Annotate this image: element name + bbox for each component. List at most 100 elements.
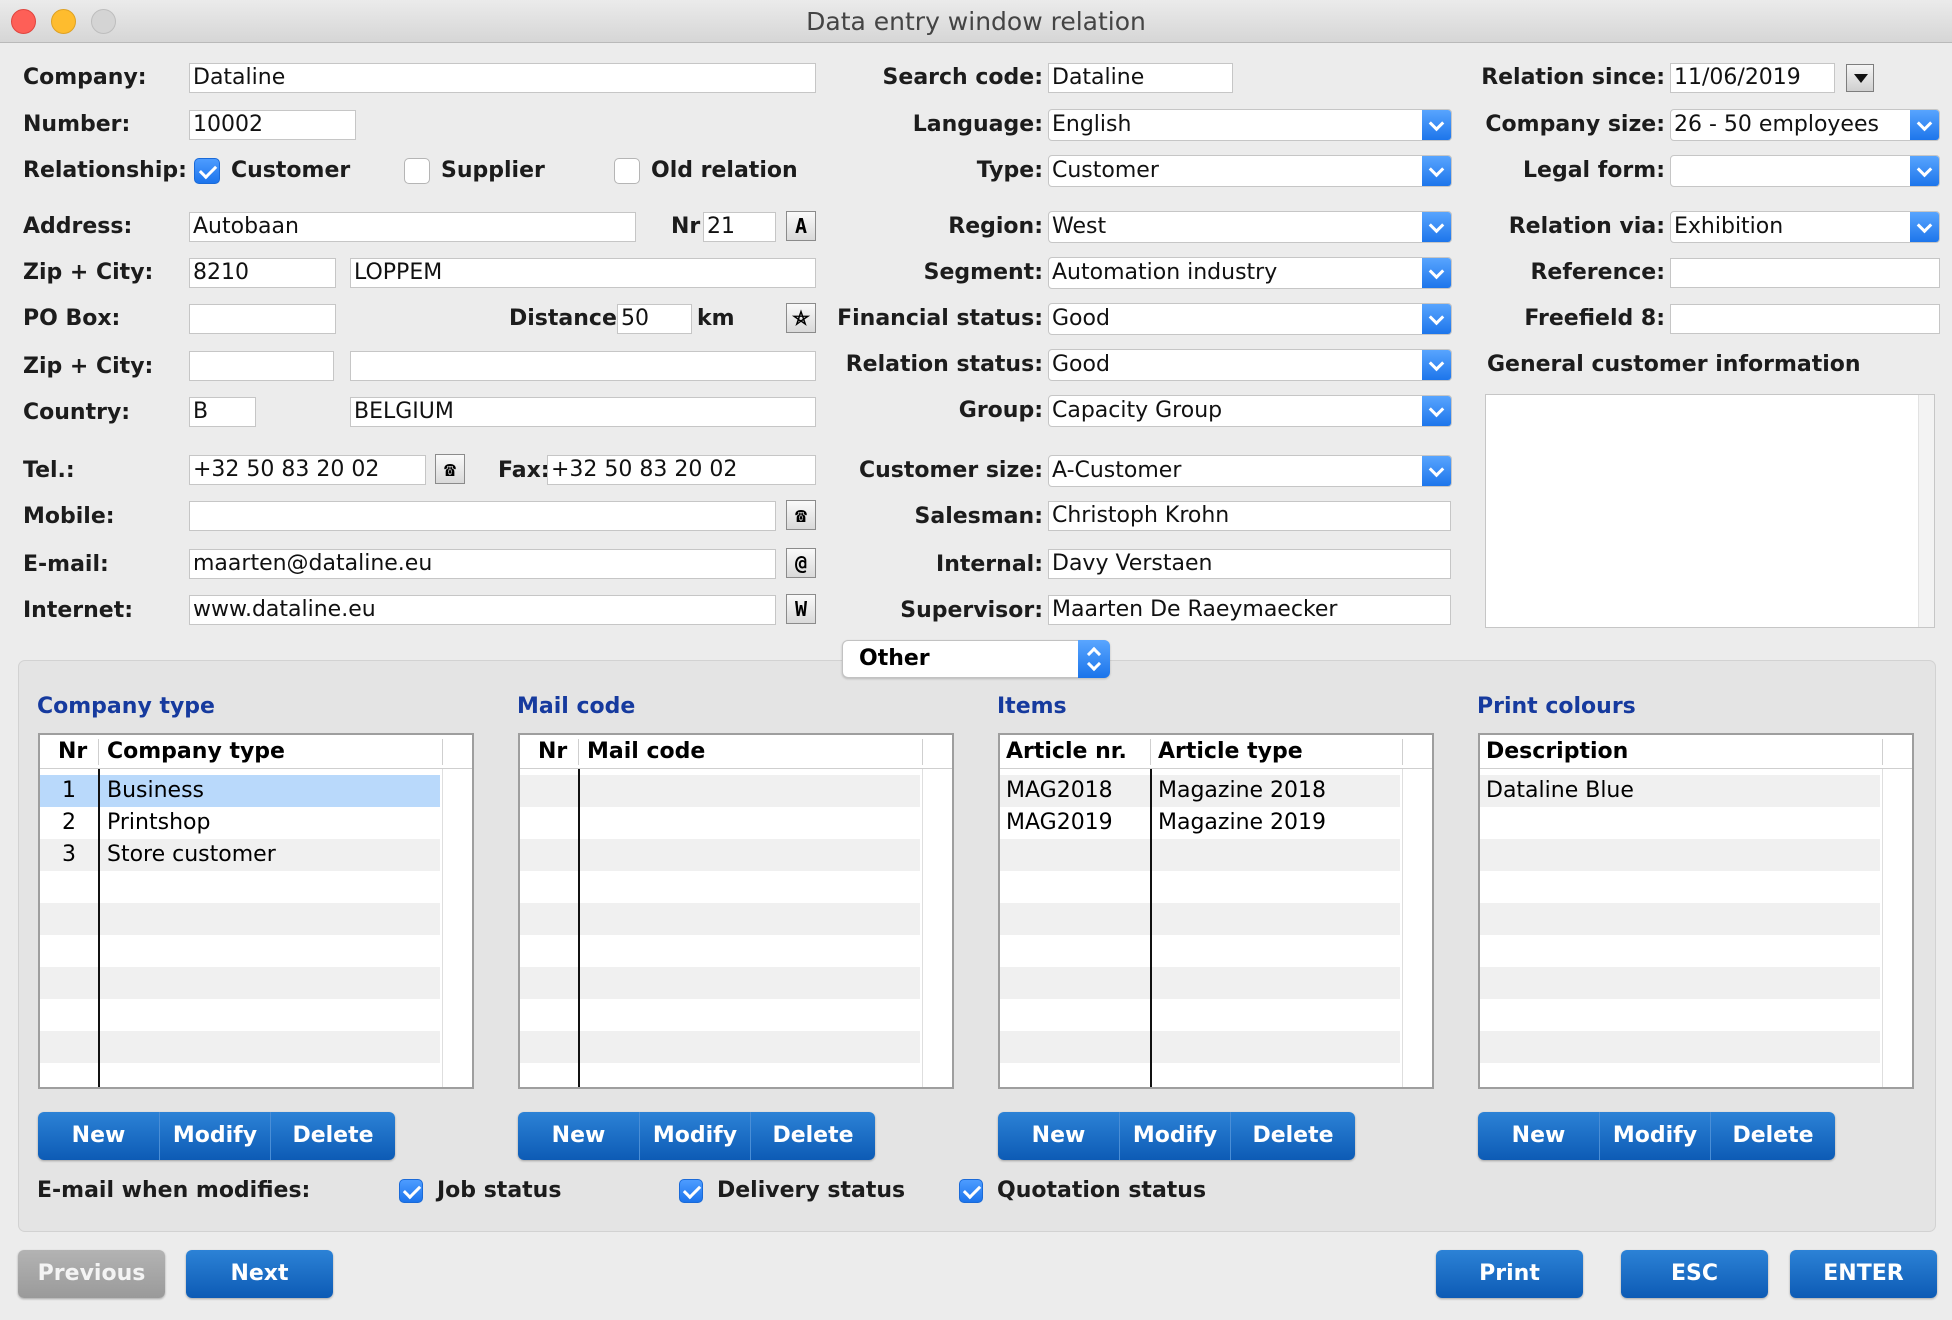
print-colours-new-button[interactable]: New — [1478, 1112, 1599, 1160]
print-button[interactable]: Print — [1436, 1250, 1583, 1298]
address-field[interactable]: Autobaan — [189, 212, 636, 242]
internet-field[interactable]: www.dataline.eu — [189, 595, 776, 625]
general-info-textarea[interactable] — [1485, 394, 1935, 628]
company-type-button-group: New Modify Delete — [38, 1112, 395, 1160]
chevron-down-icon[interactable] — [1422, 456, 1451, 486]
chevron-down-icon[interactable] — [1422, 396, 1451, 426]
table-row[interactable]: Dataline Blue — [1480, 775, 1880, 807]
chevron-down-icon[interactable] — [1910, 156, 1939, 186]
table-row[interactable]: 3 Store customer — [40, 839, 440, 871]
items-table[interactable]: Article nr. Article type MAG2018 Magazine… — [998, 733, 1434, 1089]
date-picker-icon[interactable] — [1846, 64, 1874, 92]
reference-field[interactable] — [1670, 258, 1940, 288]
number-field[interactable]: 10002 — [189, 110, 356, 140]
relation-since-label: Relation since: — [1481, 65, 1665, 90]
relation-via-select[interactable]: Exhibition — [1670, 211, 1940, 243]
group-select[interactable]: Capacity Group — [1048, 395, 1452, 427]
print-colours-modify-button[interactable]: Modify — [1600, 1112, 1710, 1160]
old-relation-checkbox[interactable] — [614, 158, 640, 184]
freefield8-field[interactable] — [1670, 304, 1940, 334]
chevron-down-icon[interactable] — [1422, 212, 1451, 242]
supervisor-field[interactable]: Maarten De Raeymaecker — [1048, 595, 1451, 625]
chevron-down-icon[interactable] — [1422, 304, 1451, 334]
mail-code-delete-button[interactable]: Delete — [751, 1112, 875, 1160]
job-status-checkbox[interactable] — [399, 1179, 423, 1203]
column-header-company-type[interactable]: Company type — [101, 735, 401, 769]
po-box-field[interactable] — [189, 304, 336, 334]
search-code-field[interactable]: Dataline — [1048, 63, 1233, 93]
mail-code-table[interactable]: Nr Mail code — [518, 733, 954, 1089]
company-size-select[interactable]: 26 - 50 employees — [1670, 109, 1940, 141]
company-type-new-button[interactable]: New — [38, 1112, 159, 1160]
table-row[interactable]: MAG2019 Magazine 2019 — [1000, 807, 1400, 839]
next-button[interactable]: Next — [186, 1250, 333, 1298]
items-delete-button[interactable]: Delete — [1231, 1112, 1355, 1160]
financial-status-select[interactable]: Good — [1048, 303, 1452, 335]
supplier-checkbox[interactable] — [404, 158, 430, 184]
customer-checkbox[interactable] — [194, 158, 220, 184]
print-colours-table[interactable]: Description Dataline Blue — [1478, 733, 1914, 1089]
email-field[interactable]: maarten@dataline.eu — [189, 549, 776, 579]
chevron-down-icon[interactable] — [1422, 156, 1451, 186]
column-header-nr[interactable]: Nr — [52, 735, 102, 769]
esc-button[interactable]: ESC — [1621, 1250, 1768, 1298]
region-select[interactable]: West — [1048, 211, 1452, 243]
column-header-article-type[interactable]: Article type — [1152, 735, 1402, 769]
company-type-modify-button[interactable]: Modify — [160, 1112, 270, 1160]
previous-button[interactable]: Previous — [18, 1250, 165, 1298]
up-down-arrows-icon[interactable] — [1078, 640, 1110, 678]
relation-since-field[interactable]: 11/06/2019 — [1670, 63, 1835, 93]
chevron-down-icon[interactable] — [1910, 212, 1939, 242]
city-field[interactable]: LOPPEM — [350, 258, 816, 288]
table-scrollbar[interactable] — [442, 769, 472, 1087]
country-field[interactable]: BELGIUM — [350, 397, 816, 427]
type-select[interactable]: Customer — [1048, 155, 1452, 187]
mobile-field[interactable] — [189, 501, 776, 531]
column-header-description[interactable]: Description — [1480, 735, 1880, 769]
table-scrollbar[interactable] — [922, 769, 952, 1087]
tel-field[interactable]: +32 50 83 20 02 — [189, 455, 426, 485]
zip-field[interactable]: 8210 — [189, 258, 336, 288]
company-type-cell: Printshop — [107, 810, 211, 835]
chevron-down-icon[interactable] — [1422, 258, 1451, 288]
company-field[interactable]: Dataline — [189, 63, 816, 93]
delivery-status-checkbox[interactable] — [679, 1179, 703, 1203]
fax-field[interactable]: +32 50 83 20 02 — [547, 455, 816, 485]
company-type-table[interactable]: Nr Company type 1 Business 2 Printshop 3 St… — [38, 733, 474, 1089]
column-header-article-nr[interactable]: Article nr. — [1000, 735, 1150, 769]
internal-field[interactable]: Davy Verstaen — [1048, 549, 1451, 579]
mail-code-new-button[interactable]: New — [518, 1112, 639, 1160]
house-number-field[interactable]: 21 — [703, 212, 776, 242]
zip-2-field[interactable] — [189, 351, 334, 381]
country-code-field[interactable]: B — [189, 397, 256, 427]
other-popup-select[interactable]: Other — [842, 640, 1110, 678]
title-bar[interactable]: Data entry window relation — [0, 0, 1952, 43]
customer-size-select[interactable]: A-Customer — [1048, 455, 1452, 487]
mail-code-modify-button[interactable]: Modify — [640, 1112, 750, 1160]
items-new-button[interactable]: New — [998, 1112, 1119, 1160]
items-modify-button[interactable]: Modify — [1120, 1112, 1230, 1160]
segment-select[interactable]: Automation industry — [1048, 257, 1452, 289]
company-type-delete-button[interactable]: Delete — [271, 1112, 395, 1160]
quotation-status-checkbox[interactable] — [959, 1179, 983, 1203]
language-select[interactable]: English — [1048, 109, 1452, 141]
chevron-down-icon[interactable] — [1422, 350, 1451, 380]
memo-scrollbar[interactable] — [1918, 395, 1934, 627]
table-scrollbar[interactable] — [1882, 769, 1912, 1087]
legal-form-select[interactable] — [1670, 155, 1940, 187]
phone-dial-icon[interactable]: ☎ — [435, 454, 465, 484]
table-scrollbar[interactable] — [1402, 769, 1432, 1087]
column-header-mail-code[interactable]: Mail code — [581, 735, 881, 769]
distance-field[interactable]: 50 — [617, 304, 692, 334]
table-row[interactable]: 2 Printshop — [40, 807, 440, 839]
enter-button[interactable]: ENTER — [1790, 1250, 1937, 1298]
table-row[interactable]: 1 Business — [40, 775, 440, 807]
chevron-down-icon[interactable] — [1422, 110, 1451, 140]
print-colours-delete-button[interactable]: Delete — [1711, 1112, 1835, 1160]
city-2-field[interactable] — [350, 351, 816, 381]
salesman-field[interactable]: Christoph Krohn — [1048, 501, 1451, 531]
table-row[interactable]: MAG2018 Magazine 2018 — [1000, 775, 1400, 807]
column-header-nr[interactable]: Nr — [532, 735, 582, 769]
chevron-down-icon[interactable] — [1910, 110, 1939, 140]
relation-status-select[interactable]: Good — [1048, 349, 1452, 381]
